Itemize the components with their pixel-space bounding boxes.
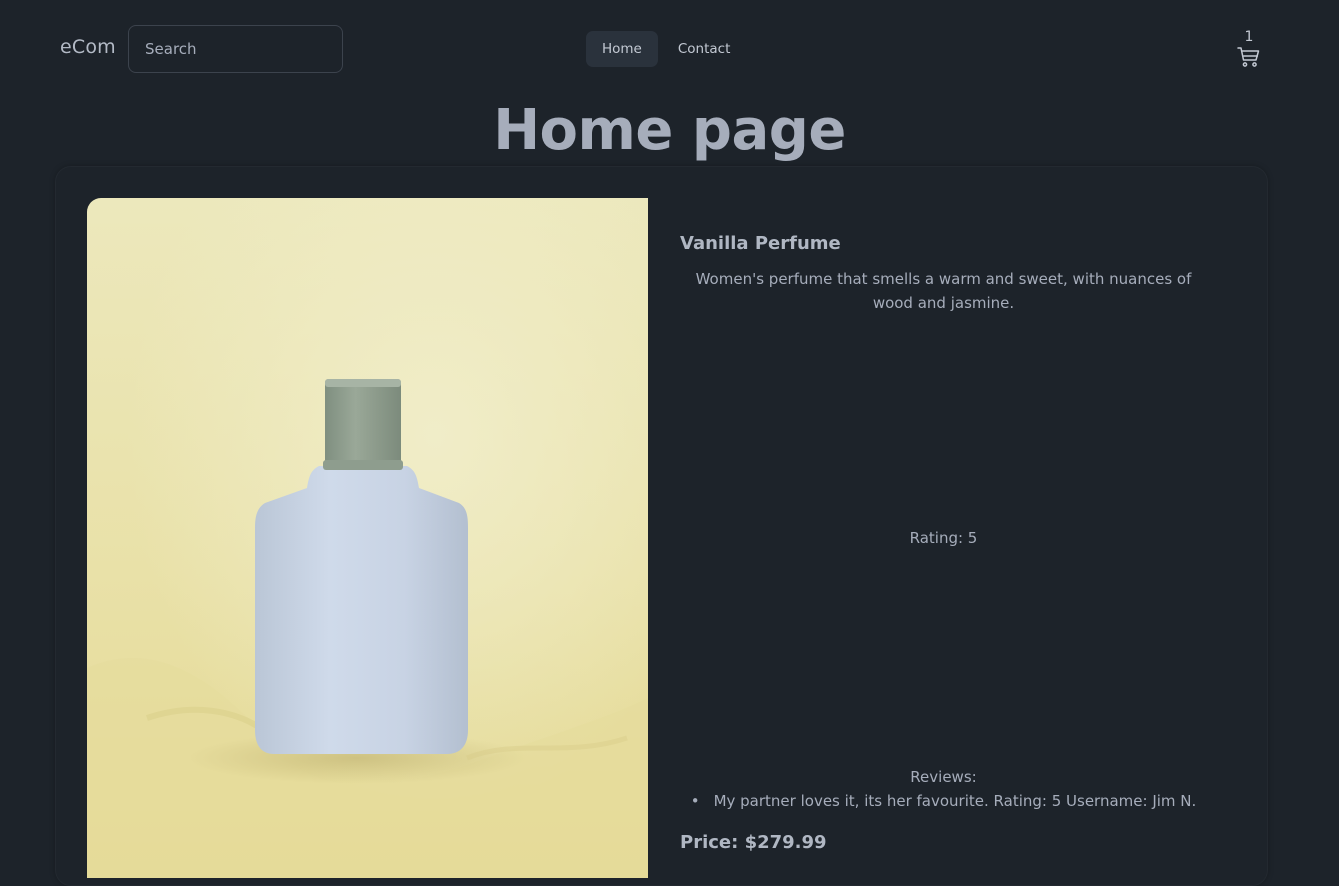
brand-logo[interactable]: eCom [60,36,116,58]
product-card: Vanilla Perfume Women's perfume that sme… [55,166,1268,886]
cart-count-badge: 1 [1244,29,1254,45]
product-description: Women's perfume that smells a warm and s… [695,270,1192,312]
reviews-list: My partner loves it, its her favourite. … [680,789,1207,813]
perfume-bottle-photo [87,198,648,878]
product-rating: Rating: 5 [909,529,978,547]
nav-contact[interactable]: Contact [662,31,747,67]
review-item: My partner loves it, its her favourite. … [680,789,1207,813]
search-input[interactable] [128,25,343,73]
product-image [87,198,648,878]
cart-button[interactable]: 1 [1234,28,1264,72]
reviews-heading: Reviews: [910,768,977,786]
product-price: Price: $279.99 [680,832,827,853]
shopping-cart-icon [1237,47,1260,67]
product-name: Vanilla Perfume [680,233,841,254]
main-nav: Home Contact [586,31,746,67]
page-title: Home page [493,98,846,163]
nav-home[interactable]: Home [586,31,658,67]
navbar: eCom Home Contact 1 [0,0,1339,98]
